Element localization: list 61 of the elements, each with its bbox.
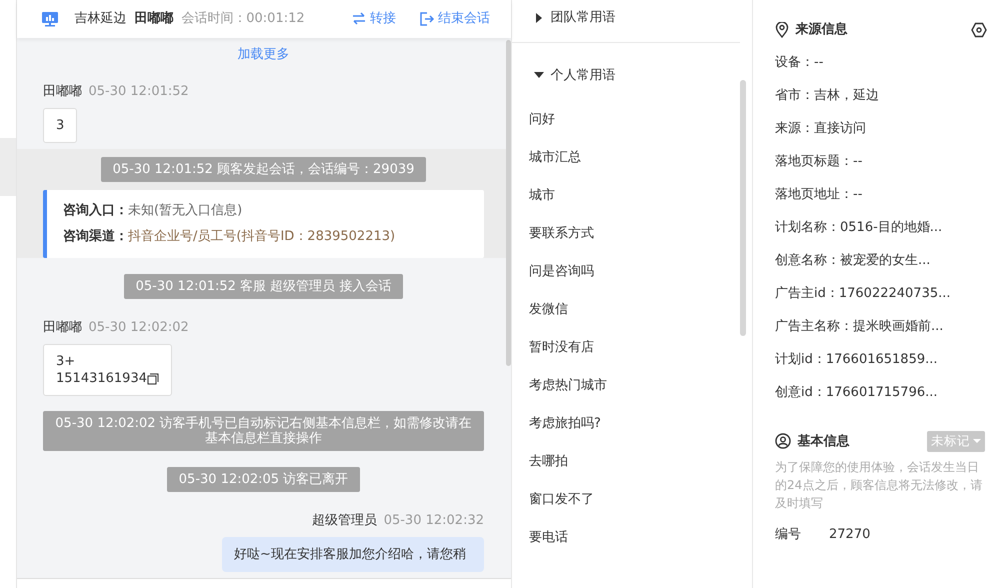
source-field: 来源：直接访问 [775,112,985,145]
source-field: 广告主id：176022240735... [775,277,985,310]
info-label: 咨询渠道： [63,229,128,244]
message-bubble: 好哒~现在安排客服加您介绍哈，请您稍 [222,536,484,572]
sender-name: 田嘟嘟 [43,82,82,100]
phrase-item[interactable]: 发微信 [512,291,752,329]
phrase-item[interactable]: 考虑热门城市 [512,367,752,405]
session-duration: 会话时间：00:01:12 [181,10,305,28]
phrase-item[interactable]: 去哪拍 [512,443,752,481]
message-bubble: 3+ 15143161934 [43,344,172,396]
phrase-item[interactable]: 要电话 [512,519,752,557]
phrase-item[interactable]: 暂时没有店 [512,329,752,367]
message-bubble: 3 [43,108,78,142]
user-icon [775,433,791,450]
system-notice: 05-30 12:01:52 顾客发起会话，会话编号：29039 [100,157,426,182]
monitor-icon [41,11,59,27]
notice-text: 为了保障您的使用体验，会话发生当日的24点之后，顾客信息将无法修改，请及时填写 [775,459,984,512]
visitor-name: 田嘟嘟 [134,10,174,28]
source-field: 计划id：176601651859... [775,343,985,376]
side-tab[interactable] [0,138,16,196]
exit-icon [418,11,435,27]
caret-down-icon [973,438,981,444]
phrase-item[interactable]: 问好 [512,101,752,139]
message-time: 05-30 12:01:52 [88,82,189,100]
info-label: 咨询入口： [63,203,128,218]
source-field: 落地页标题：-- [775,145,985,178]
scrollbar[interactable] [506,40,511,366]
section-title: 来源信息 [796,21,848,39]
phrase-item[interactable]: 考虑旅拍吗? [512,405,752,443]
source-field: 计划名称：0516-目的地婚... [775,211,985,244]
source-field: 设备：-- [775,46,985,79]
info-value: 抖音企业号/员工号(抖音号ID：2839502213) [128,229,396,244]
phrase-item[interactable]: 窗口发不了 [512,481,752,519]
system-notice: 05-30 12:02:05 访客已离开 [166,466,360,492]
system-notice: 05-30 12:01:52 客服 超级管理员 接入会话 [124,274,404,299]
message-time: 05-30 12:02:32 [384,512,484,530]
phrase-item[interactable]: 城市汇总 [512,139,752,177]
visitor-location: 吉林延边 [74,10,126,28]
scrollbar[interactable] [740,80,746,336]
phrase-group-header[interactable]: 团队常用语 [512,0,740,43]
source-field: 创意id：176601715796... [775,376,985,409]
system-notice: 05-30 12:02:02 访客手机号已自动标记右侧基本信息栏，如需修改请在基本信息栏直接操作 [43,410,484,450]
copy-icon [146,372,159,384]
source-field: 落地页地址：-- [775,178,985,211]
source-field: 省市：吉林，延边 [775,79,985,112]
source-field: 创意名称：被宠爱的女生... [775,244,985,277]
swap-arrows-icon [350,11,366,27]
section-title: 基本信息 [798,432,850,451]
sender-name: 超级管理员 [312,512,378,530]
field-value: 27270 [829,526,870,544]
info-value: 未知(暂无入口信息) [128,203,242,218]
message-time: 05-30 12:02:02 [88,319,189,337]
sender-name: 田嘟嘟 [43,319,82,337]
field-label: 编号 [775,526,802,544]
phrase-item[interactable]: 问是咨询吗 [512,253,752,291]
settings-icon [971,22,987,38]
phrase-item[interactable]: 要联系方式 [512,215,752,253]
location-pin-icon [775,22,789,38]
phrase-group-header[interactable]: 个人常用语 [512,43,752,101]
source-field: 广告主名称：提米映画婚前... [775,310,985,343]
phrase-item[interactable]: 城市 [512,177,752,215]
